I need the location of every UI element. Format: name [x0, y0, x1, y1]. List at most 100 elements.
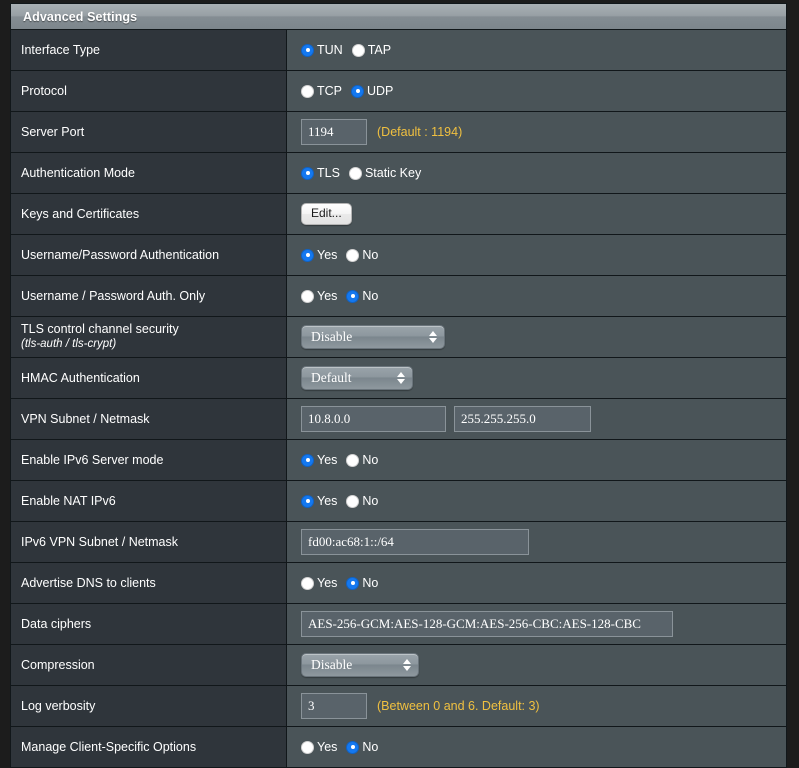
row-label-cell: Compression — [11, 645, 287, 685]
radio-unselected-icon[interactable] — [301, 576, 314, 590]
radio-option-label: No — [362, 576, 379, 590]
settings-row: Interface Type TUN TAP — [11, 30, 786, 71]
radio-option-label: TCP — [317, 84, 342, 98]
settings-row: Authentication Mode TLS Static Key — [11, 153, 786, 194]
radio-option-label: No — [362, 289, 379, 303]
radio-unselected-icon[interactable] — [346, 248, 360, 262]
text-input[interactable]: 1194 — [301, 119, 367, 145]
row-value-cell: Yes No — [287, 235, 786, 275]
radio-unselected-icon[interactable] — [301, 740, 314, 754]
radio-option[interactable]: No — [346, 248, 378, 262]
radio-option[interactable]: No — [346, 453, 378, 467]
row-label: Server Port — [21, 124, 85, 139]
text-input[interactable]: fd00:ac68:1::/64 — [301, 529, 529, 555]
row-label-cell: IPv6 VPN Subnet / Netmask — [11, 522, 287, 562]
radio-option[interactable]: Yes — [301, 740, 337, 754]
radio-option[interactable]: TLS — [301, 166, 340, 180]
stepper-arrows-icon[interactable] — [429, 329, 437, 345]
page-title: Advanced Settings — [23, 9, 138, 24]
row-value-cell: Edit... — [287, 194, 786, 234]
settings-row: Manage Client-Specific Options Yes No — [11, 727, 786, 767]
settings-row: Enable IPv6 Server mode Yes No — [11, 440, 786, 481]
radio-unselected-icon[interactable] — [346, 494, 360, 508]
radio-option-label: Yes — [317, 289, 338, 303]
radio-option[interactable]: TCP — [301, 84, 342, 98]
radio-option[interactable]: No — [346, 576, 378, 590]
radio-selected-icon[interactable] — [346, 576, 360, 590]
row-label: Username/Password Authentication — [21, 247, 220, 262]
row-value-cell: Default — [287, 358, 786, 398]
radio-selected-icon[interactable] — [301, 43, 314, 57]
radio-option[interactable]: Static Key — [348, 166, 422, 180]
row-value-cell: fd00:ac68:1::/64 — [287, 522, 786, 562]
radio-unselected-icon[interactable] — [301, 84, 314, 98]
row-label-cell: Advertise DNS to clients — [11, 563, 287, 603]
settings-row: Compression Disable — [11, 645, 786, 686]
row-sublabel: (tls-auth / tls-crypt) — [21, 338, 117, 350]
radio-group: Yes No — [301, 494, 378, 508]
radio-group: TLS Static Key — [301, 166, 421, 180]
row-label-cell: Enable NAT IPv6 — [11, 481, 287, 521]
text-input-secondary[interactable]: 255.255.255.0 — [454, 406, 591, 432]
dropdown-select[interactable]: Disable — [301, 325, 445, 349]
edit-button[interactable]: Edit... — [301, 203, 352, 225]
radio-option-label: UDP — [367, 84, 394, 98]
row-value-cell: Yes No — [287, 727, 786, 767]
radio-selected-icon[interactable] — [301, 453, 314, 467]
row-label-cell: Interface Type — [11, 30, 287, 70]
radio-unselected-icon[interactable] — [351, 43, 365, 57]
radio-option[interactable]: Yes — [301, 453, 337, 467]
dropdown-selected-value: Disable — [311, 657, 353, 672]
row-label: Protocol — [21, 83, 67, 98]
row-label: Manage Client-Specific Options — [21, 739, 197, 754]
text-input[interactable]: 10.8.0.0 — [301, 406, 446, 432]
radio-unselected-icon[interactable] — [346, 453, 360, 467]
radio-option-label: Static Key — [364, 166, 422, 180]
row-label: Authentication Mode — [21, 165, 135, 180]
row-label: Compression — [21, 657, 95, 672]
radio-unselected-icon[interactable] — [348, 166, 362, 180]
row-label-cell: Manage Client-Specific Options — [11, 727, 287, 767]
settings-row: Log verbosity 3 (Between 0 and 6. Default:… — [11, 686, 786, 727]
settings-row: Enable NAT IPv6 Yes No — [11, 481, 786, 522]
radio-selected-icon[interactable] — [346, 289, 360, 303]
row-label-cell: Authentication Mode — [11, 153, 287, 193]
dropdown-select[interactable]: Disable — [301, 653, 419, 677]
stepper-arrows-icon[interactable] — [403, 657, 411, 673]
row-label: Keys and Certificates — [21, 206, 140, 221]
radio-option[interactable]: No — [346, 740, 378, 754]
radio-selected-icon[interactable] — [351, 84, 364, 98]
settings-row: IPv6 VPN Subnet / Netmask fd00:ac68:1::/6… — [11, 522, 786, 563]
row-label-cell: HMAC Authentication — [11, 358, 287, 398]
settings-row: VPN Subnet / Netmask 10.8.0.0 255.255.255.… — [11, 399, 786, 440]
dropdown-selected-value: Disable — [311, 329, 353, 344]
radio-option-label: TAP — [367, 43, 392, 57]
row-label-cell: Protocol — [11, 71, 287, 111]
row-label: Username / Password Auth. Only — [21, 288, 206, 303]
settings-row: Username / Password Auth. Only Yes No — [11, 276, 786, 317]
radio-option[interactable]: TUN — [301, 43, 343, 57]
radio-selected-icon[interactable] — [301, 248, 314, 262]
radio-option[interactable]: TAP — [351, 43, 392, 57]
radio-unselected-icon[interactable] — [301, 289, 314, 303]
radio-selected-icon[interactable] — [346, 740, 360, 754]
radio-option[interactable]: Yes — [301, 289, 337, 303]
row-label: HMAC Authentication — [21, 370, 140, 385]
panel-header: Advanced Settings — [11, 4, 786, 30]
radio-option[interactable]: No — [346, 494, 378, 508]
radio-option[interactable]: Yes — [301, 494, 337, 508]
dropdown-select[interactable]: Default — [301, 366, 413, 390]
row-value-cell: Disable — [287, 317, 786, 357]
radio-option[interactable]: UDP — [351, 84, 393, 98]
row-value-cell: Yes No — [287, 440, 786, 480]
radio-option[interactable]: Yes — [301, 576, 337, 590]
text-input[interactable]: 3 — [301, 693, 367, 719]
radio-selected-icon[interactable] — [301, 166, 314, 180]
radio-option[interactable]: Yes — [301, 248, 337, 262]
stepper-arrows-icon[interactable] — [397, 370, 405, 386]
radio-selected-icon[interactable] — [301, 494, 314, 508]
radio-option-label: Yes — [317, 453, 338, 467]
row-value-cell: TLS Static Key — [287, 153, 786, 193]
text-input[interactable]: AES-256-GCM:AES-128-GCM:AES-256-CBC:AES-… — [301, 611, 673, 637]
radio-option[interactable]: No — [346, 289, 378, 303]
